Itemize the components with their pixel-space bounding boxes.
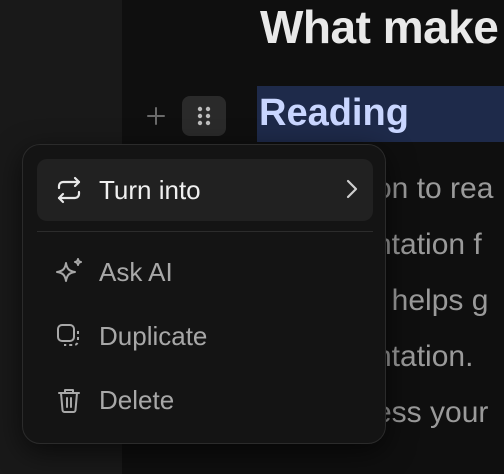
menu-item-duplicate[interactable]: Duplicate — [37, 305, 373, 367]
menu-item-turn-into[interactable]: Turn into — [37, 159, 373, 221]
menu-divider — [37, 231, 373, 232]
menu-item-label: Turn into — [99, 174, 201, 205]
menu-item-ask-ai[interactable]: Ask AI — [37, 241, 373, 303]
block-context-menu: Turn into Ask AI Duplicate Delete — [22, 144, 386, 444]
drag-handle-button[interactable] — [182, 96, 226, 136]
turn-into-icon — [51, 172, 87, 208]
sparkle-icon — [51, 254, 87, 290]
chevron-right-icon — [345, 177, 359, 206]
paragraph-line: t helps g — [375, 284, 489, 317]
paragraph-line: ntation f — [375, 228, 482, 261]
menu-item-delete[interactable]: Delete — [37, 369, 373, 431]
menu-item-label: Delete — [99, 384, 175, 415]
paragraph-line: on to rea — [375, 172, 494, 205]
menu-item-label: Ask AI — [99, 256, 173, 287]
add-block-button[interactable] — [143, 100, 169, 132]
paragraph-line: ess your — [375, 396, 489, 429]
drag-handle-icon — [197, 106, 211, 126]
paragraph-line: ntation. — [375, 340, 474, 373]
heading-text: Reading — [259, 92, 409, 134]
plus-icon — [147, 107, 165, 125]
selected-heading-block[interactable]: Reading — [257, 86, 504, 142]
menu-item-label: Duplicate — [99, 320, 208, 351]
page-title: What make — [260, 1, 499, 53]
duplicate-icon — [51, 318, 87, 354]
trash-icon — [51, 382, 87, 418]
